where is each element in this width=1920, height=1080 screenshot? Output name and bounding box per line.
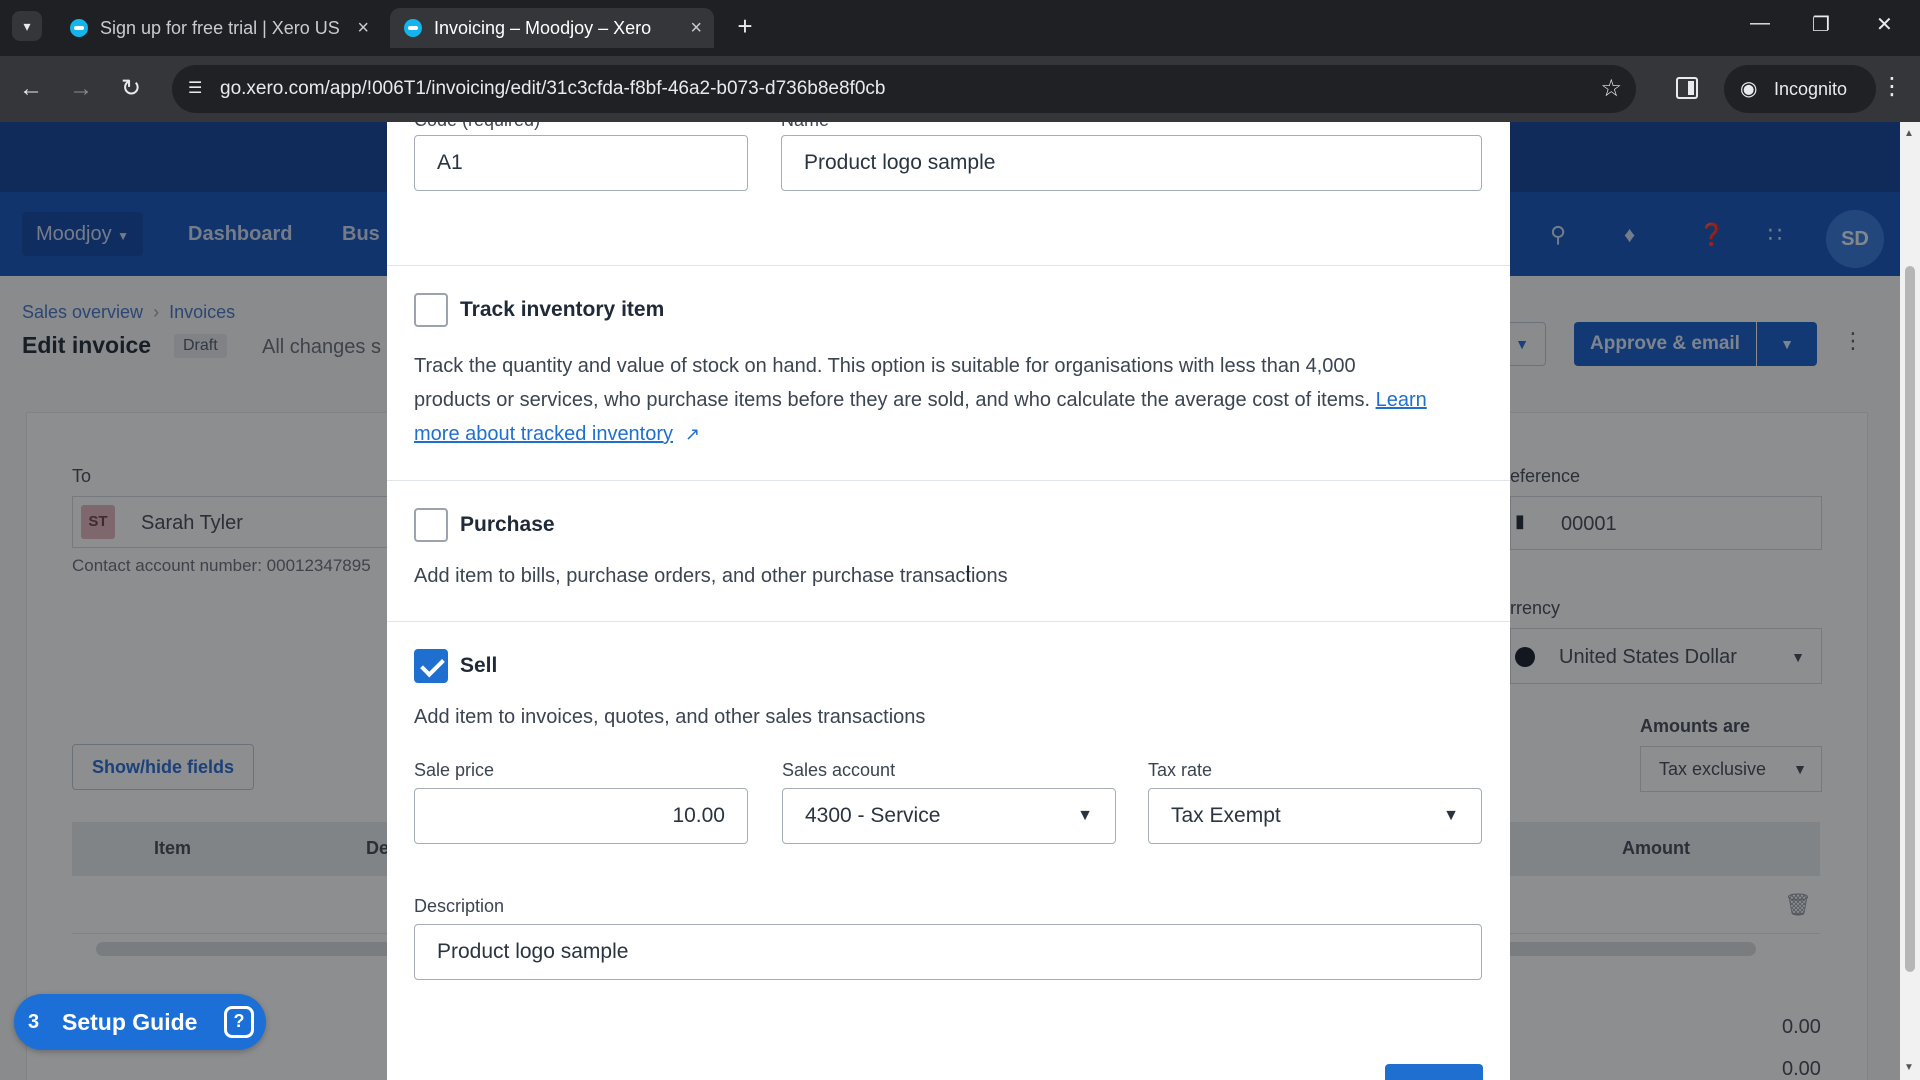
- sales-account-value: 4300 - Service: [805, 804, 941, 827]
- scroll-up-arrow-icon[interactable]: ▲: [1904, 128, 1914, 139]
- tab-title: Sign up for free trial | Xero US: [100, 18, 340, 38]
- sell-label: Sell: [460, 654, 498, 677]
- tax-rate-select[interactable]: Tax Exempt ▼: [1148, 788, 1482, 844]
- setup-guide-count: 3: [28, 1011, 40, 1033]
- browser-tab-bar: ▾ Sign up for free trial | Xero US × Inv…: [0, 0, 1920, 56]
- help-chat-icon: ?: [224, 1006, 254, 1038]
- sales-account-label: Sales account: [782, 760, 896, 780]
- forward-arrow-icon[interactable]: →: [66, 74, 96, 104]
- purchase-description: Add item to bills, purchase orders, and …: [414, 565, 1008, 587]
- divider: [387, 265, 1510, 266]
- track-inventory-description-line1: Track the quantity and value of stock on…: [414, 355, 1356, 377]
- browser-tab-invoicing[interactable]: Invoicing – Moodjoy – Xero ×: [390, 8, 714, 48]
- tax-rate-label: Tax rate: [1148, 760, 1213, 780]
- name-input[interactable]: Product logo sample: [781, 135, 1482, 191]
- purchase-label: Purchase: [460, 513, 555, 536]
- setup-guide-button[interactable]: 3 Setup Guide ?: [14, 994, 266, 1050]
- browser-menu-icon[interactable]: ⋮: [1880, 72, 1904, 101]
- side-panel-icon[interactable]: [1676, 77, 1698, 99]
- tax-rate-value: Tax Exempt: [1171, 804, 1281, 827]
- url-text: go.xero.com/app/!006T1/invoicing/edit/31…: [220, 78, 886, 99]
- text-cursor-icon: I: [965, 561, 972, 586]
- minimize-icon[interactable]: —: [1750, 12, 1770, 35]
- address-bar[interactable]: ☰ go.xero.com/app/!006T1/invoicing/edit/…: [172, 65, 1636, 113]
- sales-account-select[interactable]: 4300 - Service ▼: [782, 788, 1116, 844]
- tab-title: Invoicing – Moodjoy – Xero: [434, 18, 652, 38]
- new-tab-plus-icon[interactable]: +: [732, 13, 758, 40]
- learn-more-link-line: more about tracked inventory ↗: [414, 417, 700, 451]
- site-settings-icon[interactable]: ☰: [188, 78, 208, 98]
- reload-icon[interactable]: ↻: [116, 74, 146, 104]
- external-link-icon[interactable]: ↗: [685, 417, 700, 451]
- name-label: Name: [781, 122, 829, 131]
- description-label: Description: [414, 896, 505, 916]
- restore-icon[interactable]: ❐: [1812, 12, 1830, 37]
- sale-price-input[interactable]: 10.00: [414, 788, 748, 844]
- incognito-label: Incognito: [1774, 79, 1848, 99]
- sell-checkbox[interactable]: [414, 649, 448, 683]
- tracked-inventory-link[interactable]: more about tracked inventory: [414, 423, 673, 445]
- purchase-checkbox[interactable]: [414, 508, 448, 542]
- code-input[interactable]: A1: [414, 135, 748, 191]
- browser-tab-signup[interactable]: Sign up for free trial | Xero US ×: [56, 8, 381, 48]
- page-scrollbar[interactable]: ▲ ▼: [1900, 122, 1920, 1080]
- incognito-icon: ◉: [1740, 78, 1758, 100]
- setup-guide-label: Setup Guide: [62, 1009, 198, 1035]
- close-tab-icon[interactable]: ×: [357, 8, 369, 48]
- item-modal: Code (required) Name A1 Product logo sam…: [387, 122, 1510, 1080]
- track-inventory-checkbox[interactable]: [414, 293, 448, 327]
- incognito-indicator[interactable]: ◉ Incognito: [1724, 65, 1876, 113]
- scrollbar-thumb[interactable]: [1905, 266, 1915, 972]
- sell-description: Add item to invoices, quotes, and other …: [414, 706, 926, 728]
- learn-more-link[interactable]: Learn: [1376, 389, 1427, 411]
- track-inventory-description-line2: products or services, who purchase items…: [414, 383, 1427, 417]
- bookmark-star-icon[interactable]: ☆: [1600, 65, 1622, 113]
- tab-search-button[interactable]: ▾: [12, 11, 42, 41]
- chevron-down-icon: ▼: [1077, 807, 1093, 824]
- scroll-down-arrow-icon[interactable]: ▼: [1904, 1062, 1914, 1073]
- divider: [387, 621, 1510, 622]
- track-inventory-description-text: products or services, who purchase items…: [414, 389, 1371, 411]
- close-tab-icon[interactable]: ×: [690, 8, 702, 48]
- code-label: Code (required): [414, 122, 540, 131]
- close-window-icon[interactable]: ✕: [1876, 12, 1893, 37]
- track-inventory-label: Track inventory item: [460, 298, 665, 321]
- divider: [387, 480, 1510, 481]
- save-button[interactable]: [1385, 1064, 1483, 1080]
- sale-price-label: Sale price: [414, 760, 495, 780]
- xero-favicon-icon: [404, 19, 422, 37]
- chevron-down-icon: ▼: [1443, 807, 1459, 824]
- description-input[interactable]: Product logo sample: [414, 924, 1482, 980]
- browser-toolbar: ← → ↻ ☰ go.xero.com/app/!006T1/invoicing…: [0, 56, 1920, 122]
- xero-favicon-icon: [70, 19, 88, 37]
- back-arrow-icon[interactable]: ←: [16, 74, 46, 104]
